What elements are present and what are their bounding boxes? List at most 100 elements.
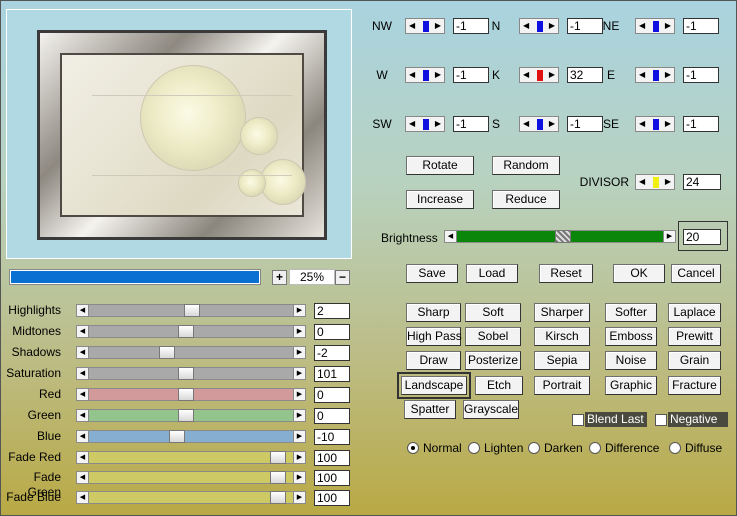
slider-thumb[interactable] <box>178 325 195 338</box>
brightness-field[interactable]: 20 <box>683 229 721 245</box>
preset-high-pass-button[interactable]: High Pass <box>406 327 462 346</box>
preset-etch-button[interactable]: Etch <box>475 376 523 395</box>
preset-landscape-button[interactable]: Landscape <box>397 372 471 399</box>
kernel-spinner-k[interactable]: ◀ ▶ <box>519 67 559 83</box>
slider-value-red[interactable]: 0 <box>314 387 350 403</box>
divisor-spinner[interactable]: ◀ ▶ <box>635 174 675 190</box>
slider-left-arrow[interactable]: ◀ <box>77 326 89 337</box>
preset-sobel-button[interactable]: Sobel <box>465 327 521 346</box>
slider-blue[interactable]: ◀ ▶ <box>76 430 306 443</box>
slider-value-fade-blue[interactable]: 100 <box>314 490 350 506</box>
brightness-left-arrow[interactable]: ◀ <box>445 231 457 242</box>
slider-fade-blue[interactable]: ◀ ▶ <box>76 491 306 504</box>
cancel-button[interactable]: Cancel <box>671 264 721 283</box>
kernel-spinner-e[interactable]: ◀ ▶ <box>635 67 675 83</box>
slider-right-arrow[interactable]: ▶ <box>293 347 305 358</box>
preset-sharper-button[interactable]: Sharper <box>534 303 590 322</box>
slider-value-green[interactable]: 0 <box>314 408 350 424</box>
slider-right-arrow[interactable]: ▶ <box>293 326 305 337</box>
reduce-button[interactable]: Reduce <box>492 190 560 209</box>
kernel-spinner-w[interactable]: ◀ ▶ <box>405 67 445 83</box>
zoom-out-button[interactable]: − <box>335 270 350 285</box>
blend-last-checkbox[interactable] <box>572 414 584 426</box>
slider-shadows[interactable]: ◀ ▶ <box>76 346 306 359</box>
slider-thumb[interactable] <box>269 491 286 504</box>
preset-portrait-button[interactable]: Portrait <box>534 376 590 395</box>
mode-darken-radio[interactable] <box>528 442 540 454</box>
preset-posterize-button[interactable]: Posterize <box>465 351 521 370</box>
slider-thumb[interactable] <box>168 430 185 443</box>
preset-emboss-button[interactable]: Emboss <box>605 327 657 346</box>
negative-checkbox[interactable] <box>655 414 667 426</box>
kernel-spinner-sw[interactable]: ◀ ▶ <box>405 116 445 132</box>
divisor-field[interactable]: 24 <box>683 174 721 190</box>
mode-diffuse-radio[interactable] <box>669 442 681 454</box>
slider-left-arrow[interactable]: ◀ <box>77 410 89 421</box>
slider-left-arrow[interactable]: ◀ <box>77 389 89 400</box>
kernel-spinner-se[interactable]: ◀ ▶ <box>635 116 675 132</box>
slider-thumb[interactable] <box>184 304 200 317</box>
slider-left-arrow[interactable]: ◀ <box>77 452 89 463</box>
slider-right-arrow[interactable]: ▶ <box>293 368 305 379</box>
slider-right-arrow[interactable]: ▶ <box>293 472 305 483</box>
preset-noise-button[interactable]: Noise <box>605 351 657 370</box>
preset-graphic-button[interactable]: Graphic <box>605 376 657 395</box>
slider-thumb[interactable] <box>178 388 195 401</box>
increase-button[interactable]: Increase <box>406 190 474 209</box>
slider-midtones[interactable]: ◀ ▶ <box>76 325 306 338</box>
slider-left-arrow[interactable]: ◀ <box>77 305 89 316</box>
zoom-in-button[interactable]: + <box>272 270 287 285</box>
preset-grayscale-button[interactable]: Grayscale <box>463 400 519 419</box>
preset-sharp-button[interactable]: Sharp <box>406 303 461 322</box>
save-button[interactable]: Save <box>406 264 458 283</box>
slider-value-shadows[interactable]: -2 <box>314 345 350 361</box>
mode-normal-radio[interactable] <box>407 442 419 454</box>
slider-left-arrow[interactable]: ◀ <box>77 472 89 483</box>
slider-value-blue[interactable]: -10 <box>314 429 350 445</box>
kernel-spinner-nw[interactable]: ◀ ▶ <box>405 18 445 34</box>
slider-right-arrow[interactable]: ▶ <box>293 492 305 503</box>
slider-red[interactable]: ◀ ▶ <box>76 388 306 401</box>
preset-spatter-button[interactable]: Spatter <box>404 400 456 419</box>
slider-thumb[interactable] <box>269 471 286 484</box>
load-button[interactable]: Load <box>466 264 518 283</box>
slider-value-fade-red[interactable]: 100 <box>314 450 350 466</box>
slider-value-midtones[interactable]: 0 <box>314 324 350 340</box>
mode-lighten-radio[interactable] <box>468 442 480 454</box>
brightness-right-arrow[interactable]: ▶ <box>663 231 675 242</box>
slider-left-arrow[interactable]: ◀ <box>77 431 89 442</box>
preset-grain-button[interactable]: Grain <box>668 351 721 370</box>
slider-thumb[interactable] <box>178 367 195 380</box>
preset-draw-button[interactable]: Draw <box>406 351 461 370</box>
slider-value-saturation[interactable]: 101 <box>314 366 350 382</box>
kernel-spinner-n[interactable]: ◀ ▶ <box>519 18 559 34</box>
mode-difference-radio[interactable] <box>589 442 601 454</box>
slider-right-arrow[interactable]: ▶ <box>293 305 305 316</box>
slider-thumb[interactable] <box>159 346 176 359</box>
ok-button[interactable]: OK <box>613 264 665 283</box>
rotate-button[interactable]: Rotate <box>406 156 474 175</box>
kernel-value-e[interactable]: -1 <box>683 67 719 83</box>
preset-kirsch-button[interactable]: Kirsch <box>534 327 590 346</box>
slider-fade-red[interactable]: ◀ ▶ <box>76 451 306 464</box>
slider-left-arrow[interactable]: ◀ <box>77 368 89 379</box>
slider-fade-green[interactable]: ◀ ▶ <box>76 471 306 484</box>
kernel-spinner-ne[interactable]: ◀ ▶ <box>635 18 675 34</box>
brightness-thumb[interactable] <box>555 230 571 243</box>
preset-softer-button[interactable]: Softer <box>605 303 657 322</box>
slider-right-arrow[interactable]: ▶ <box>293 431 305 442</box>
slider-right-arrow[interactable]: ▶ <box>293 410 305 421</box>
slider-value-highlights[interactable]: 2 <box>314 303 350 319</box>
slider-green[interactable]: ◀ ▶ <box>76 409 306 422</box>
kernel-value-se[interactable]: -1 <box>683 116 719 132</box>
preset-prewitt-button[interactable]: Prewitt <box>668 327 721 346</box>
preset-soft-button[interactable]: Soft <box>465 303 521 322</box>
kernel-value-ne[interactable]: -1 <box>683 18 719 34</box>
slider-saturation[interactable]: ◀ ▶ <box>76 367 306 380</box>
reset-button[interactable]: Reset <box>539 264 593 283</box>
kernel-spinner-s[interactable]: ◀ ▶ <box>519 116 559 132</box>
slider-thumb[interactable] <box>178 409 195 422</box>
slider-left-arrow[interactable]: ◀ <box>77 492 89 503</box>
brightness-slider[interactable]: ◀ ▶ <box>444 230 676 243</box>
slider-value-fade-green[interactable]: 100 <box>314 470 350 486</box>
